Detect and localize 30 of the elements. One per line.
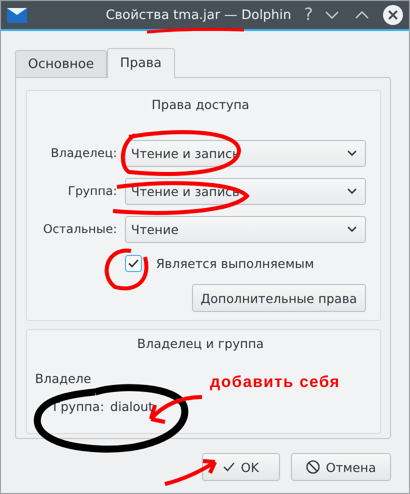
group-label: Группа:: [53, 398, 104, 414]
permission-dropdown[interactable]: Чтение: [125, 216, 366, 242]
field-label: Группа:: [66, 184, 118, 198]
permission-dropdown[interactable]: Чтение и запись: [125, 178, 366, 204]
field-label: Остальные:: [42, 222, 118, 236]
help-button[interactable]: ?: [300, 5, 317, 25]
cancel-icon: [306, 460, 320, 474]
tab[interactable]: Права: [106, 48, 175, 78]
window-title: Свойства tma.jar — Dolphin: [104, 8, 292, 22]
checkmark-icon: [222, 462, 235, 472]
group-title: Владелец и группа: [137, 336, 264, 351]
advanced-permissions-button[interactable]: Дополнительные права: [192, 284, 366, 312]
annotation-arrow: [163, 459, 217, 486]
dropdown-caret-icon: [347, 188, 357, 194]
ok-button[interactable]: OK: [202, 453, 280, 481]
maximize-icon[interactable]: [355, 11, 369, 19]
dropdown-caret-icon: [347, 150, 357, 156]
field-label: Владелец:: [50, 146, 118, 160]
owner-label: Владеле: [35, 370, 92, 386]
group-value: dialout: [110, 398, 154, 414]
executable-checkbox[interactable]: [125, 254, 142, 272]
tab[interactable]: Основное: [15, 50, 107, 77]
group-title: Права доступа: [152, 97, 250, 112]
minimize-icon[interactable]: [325, 11, 339, 19]
cancel-button[interactable]: Отмена: [290, 453, 391, 481]
annotation-text: добавить себя: [210, 374, 340, 392]
close-icon[interactable]: [383, 5, 403, 25]
dropdown-caret-icon: [347, 226, 357, 232]
checkbox-label: Является выполняемым: [156, 256, 314, 270]
checkmark-icon: [128, 258, 139, 268]
